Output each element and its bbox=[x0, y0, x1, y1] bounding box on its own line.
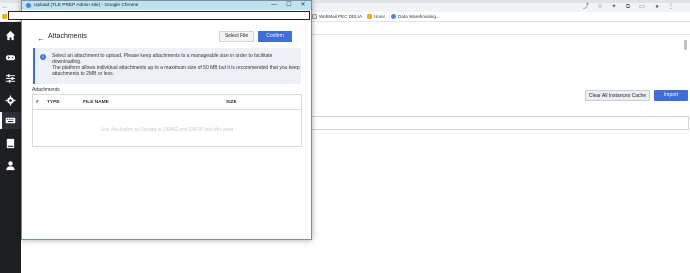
import-button[interactable]: Import bbox=[654, 90, 688, 101]
maximize-icon[interactable]: ☐ bbox=[284, 2, 294, 9]
gamepad-icon[interactable] bbox=[5, 52, 16, 63]
popup-titlebar[interactable]: Upload (TLE PREP Admin site) - Google Ch… bbox=[22, 1, 311, 10]
profile-icon[interactable]: ● bbox=[654, 4, 660, 10]
info-line: Select an attachment to upload. Please k… bbox=[52, 53, 273, 65]
dropzone-placeholder: Use the button to Upload or DRAG and DRO… bbox=[100, 127, 234, 133]
popup-address-bar[interactable] bbox=[8, 11, 310, 20]
extension-icon[interactable]: ✦ bbox=[611, 4, 617, 10]
bookmark-favicon-icon bbox=[312, 14, 317, 19]
column-header-type: TYPE bbox=[47, 100, 60, 105]
info-line: The platform allows individual attachmen… bbox=[52, 65, 300, 77]
clear-cache-button[interactable]: Clear All Instances Cache bbox=[585, 90, 650, 101]
folder-icon bbox=[2, 14, 7, 19]
bookmark-favicon-icon bbox=[391, 14, 396, 19]
sliders-icon[interactable] bbox=[5, 73, 16, 84]
table-header: # TYPE FILE NAME SIZE bbox=[33, 95, 301, 110]
column-header-file-name: FILE NAME bbox=[83, 100, 109, 105]
menu-dots-icon[interactable]: ⋮ bbox=[668, 4, 674, 10]
star-icon[interactable]: ☆ bbox=[597, 4, 603, 10]
column-header-size: SIZE bbox=[226, 100, 237, 105]
close-icon[interactable]: ✕ bbox=[298, 2, 308, 9]
scrollbar[interactable] bbox=[684, 40, 687, 50]
select-file-button[interactable]: Select File bbox=[219, 31, 254, 42]
keyboard-icon[interactable] bbox=[5, 115, 16, 126]
content-panel bbox=[311, 116, 689, 130]
user-icon[interactable] bbox=[5, 160, 16, 171]
attachments-label: Attachments bbox=[32, 87, 60, 93]
confirm-button[interactable]: Confirm bbox=[258, 31, 292, 42]
home-icon[interactable] bbox=[5, 30, 16, 41]
popup-title: Upload (TLE PREP Admin site) - Google Ch… bbox=[34, 2, 139, 8]
info-text: Select an attachment to upload. Please k… bbox=[52, 53, 300, 77]
chrome-favicon-icon bbox=[26, 3, 31, 8]
minimize-icon[interactable]: — bbox=[269, 2, 279, 9]
sidebar-icon[interactable]: ▭ bbox=[639, 4, 645, 10]
info-alert: i Select an attachment to upload. Please… bbox=[33, 48, 301, 84]
back-arrow-icon[interactable]: ← bbox=[37, 34, 45, 43]
puzzle-icon[interactable]: ⧉ bbox=[625, 4, 631, 10]
bookmark-item[interactable]: Data Warehousing... bbox=[391, 14, 440, 19]
share-icon[interactable]: ⤴ bbox=[583, 4, 589, 10]
attachments-dropzone-table[interactable]: # TYPE FILE NAME SIZE Use the button to … bbox=[32, 94, 302, 147]
bookmark-item[interactable]: WebMail PEC DELIA bbox=[312, 14, 362, 19]
back-arrow-icon[interactable]: ← bbox=[2, 4, 8, 10]
bookmark-item[interactable]: Unior bbox=[367, 14, 385, 19]
gear-icon[interactable] bbox=[5, 95, 16, 106]
column-header-number: # bbox=[36, 100, 39, 105]
info-icon: i bbox=[40, 54, 46, 60]
folder-icon bbox=[367, 14, 372, 19]
book-icon[interactable] bbox=[5, 138, 16, 149]
page-title: Attachments bbox=[48, 33, 87, 40]
